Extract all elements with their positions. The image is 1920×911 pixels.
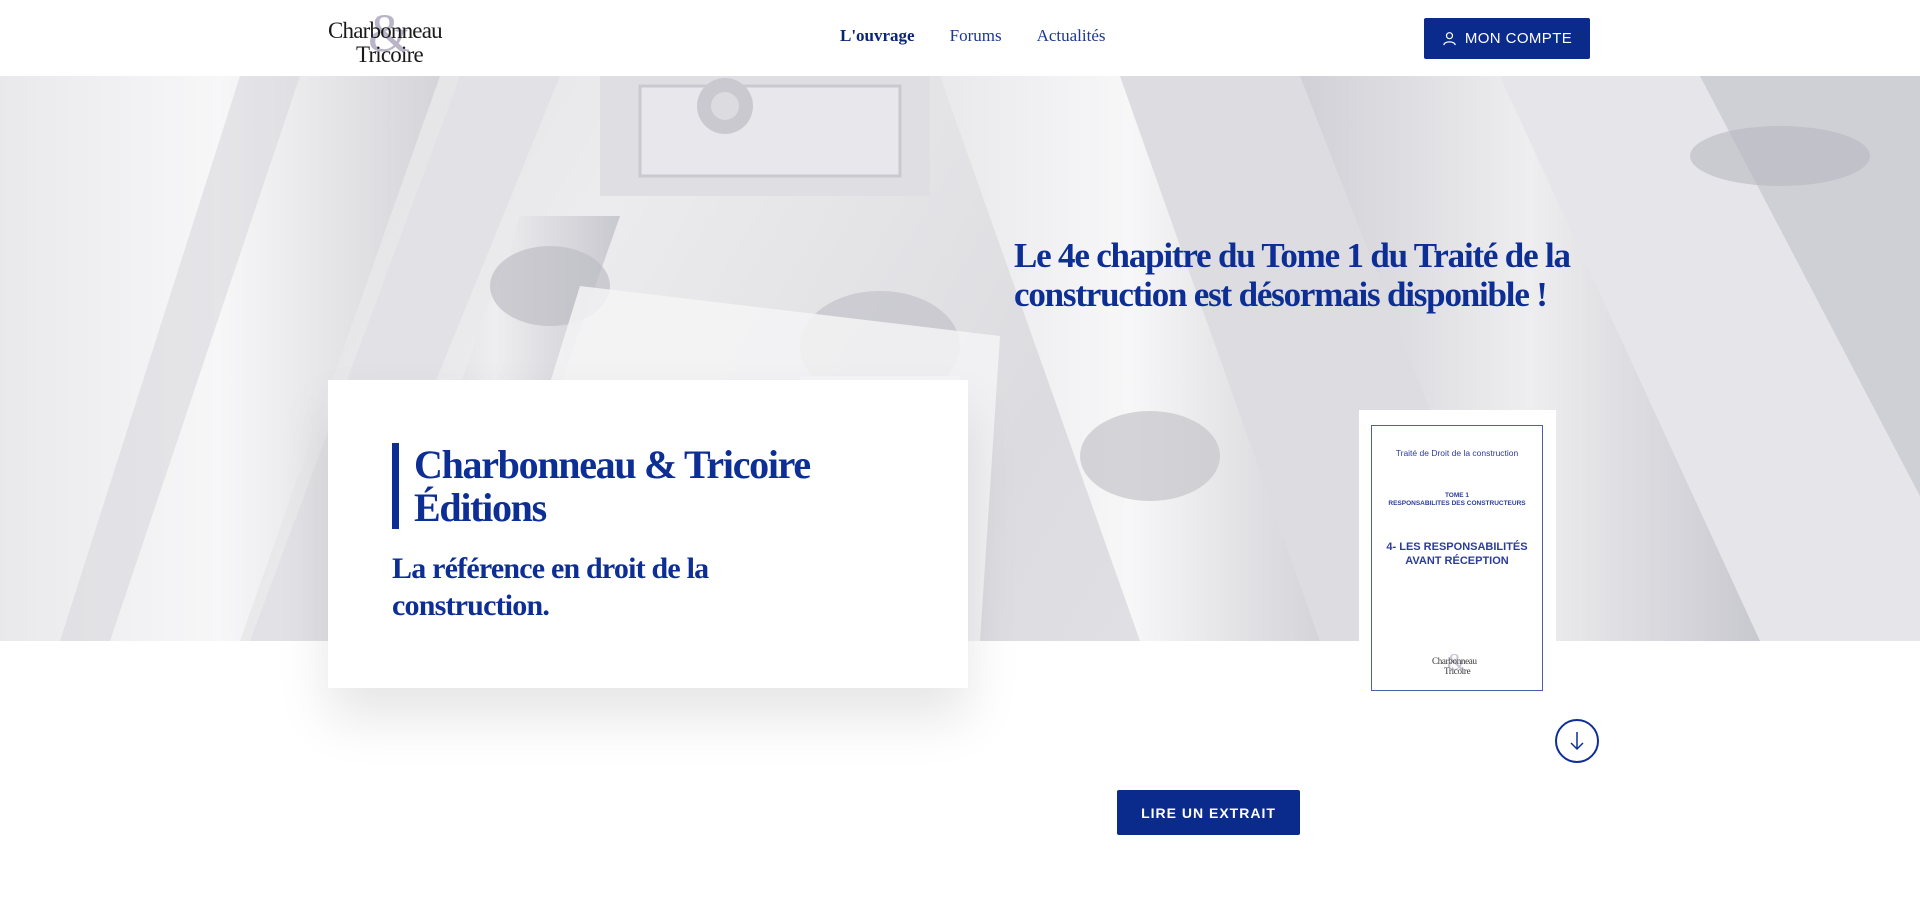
book-logo-line2: Tricoire (1444, 666, 1471, 676)
book-logo-line1: Charbonneau (1432, 656, 1477, 666)
scroll-down-button[interactable] (1555, 719, 1599, 763)
book-cover[interactable]: Traité de Droit de la construction TOME … (1359, 410, 1556, 700)
arrow-down-icon (1570, 732, 1584, 751)
book-chapter-line1: 4- LES RESPONSABILITÉS (1386, 541, 1528, 553)
brand-logo[interactable]: & Charbonneau Tricoire (328, 6, 448, 67)
book-tome-title: RESPONSABILITES DES CONSTRUCTEURS (1388, 500, 1526, 507)
card-subtitle: La référence en droit de la construction… (392, 552, 709, 622)
read-extract-button[interactable]: LIRE UN EXTRAIT (1117, 790, 1300, 835)
book-publisher-logo: & Charbonneau Tricoire (1432, 650, 1492, 682)
hero-headline: Le 4e chapitre du Tome 1 du Traité de la… (1014, 236, 1571, 314)
nav-item-forums[interactable]: Forums (950, 26, 1002, 46)
book-chapter: 4- LES RESPONSABILITÉS AVANT RÉCEPTION (1372, 540, 1542, 568)
card-title-line2: Éditions (414, 485, 547, 530)
main-nav: L'ouvrage Forums Actualités (840, 26, 1106, 46)
book-cover-frame: Traité de Droit de la construction TOME … (1371, 425, 1543, 691)
site-header: & Charbonneau Tricoire L'ouvrage Forums … (0, 0, 1920, 76)
user-icon (1443, 32, 1456, 46)
card-title-line1: Charbonneau & Tricoire (414, 442, 811, 487)
nav-item-ouvrage[interactable]: L'ouvrage (840, 26, 915, 46)
card-title-block: Charbonneau & Tricoire Éditions (392, 442, 811, 530)
logo-text-line2: Tricoire (356, 42, 424, 67)
brand-card: Charbonneau & Tricoire Éditions La référ… (328, 380, 968, 688)
book-tome: TOME 1 RESPONSABILITES DES CONSTRUCTEURS (1372, 492, 1542, 508)
nav-item-actualites[interactable]: Actualités (1037, 26, 1106, 46)
book-chapter-line2: AVANT RÉCEPTION (1405, 555, 1509, 567)
account-button[interactable]: MON COMPTE (1424, 18, 1590, 59)
book-tome-number: TOME 1 (1444, 492, 1470, 499)
account-button-label: MON COMPTE (1464, 30, 1573, 47)
book-series: Traité de Droit de la construction (1395, 448, 1519, 458)
logo-text-line1: Charbonneau (328, 18, 443, 43)
